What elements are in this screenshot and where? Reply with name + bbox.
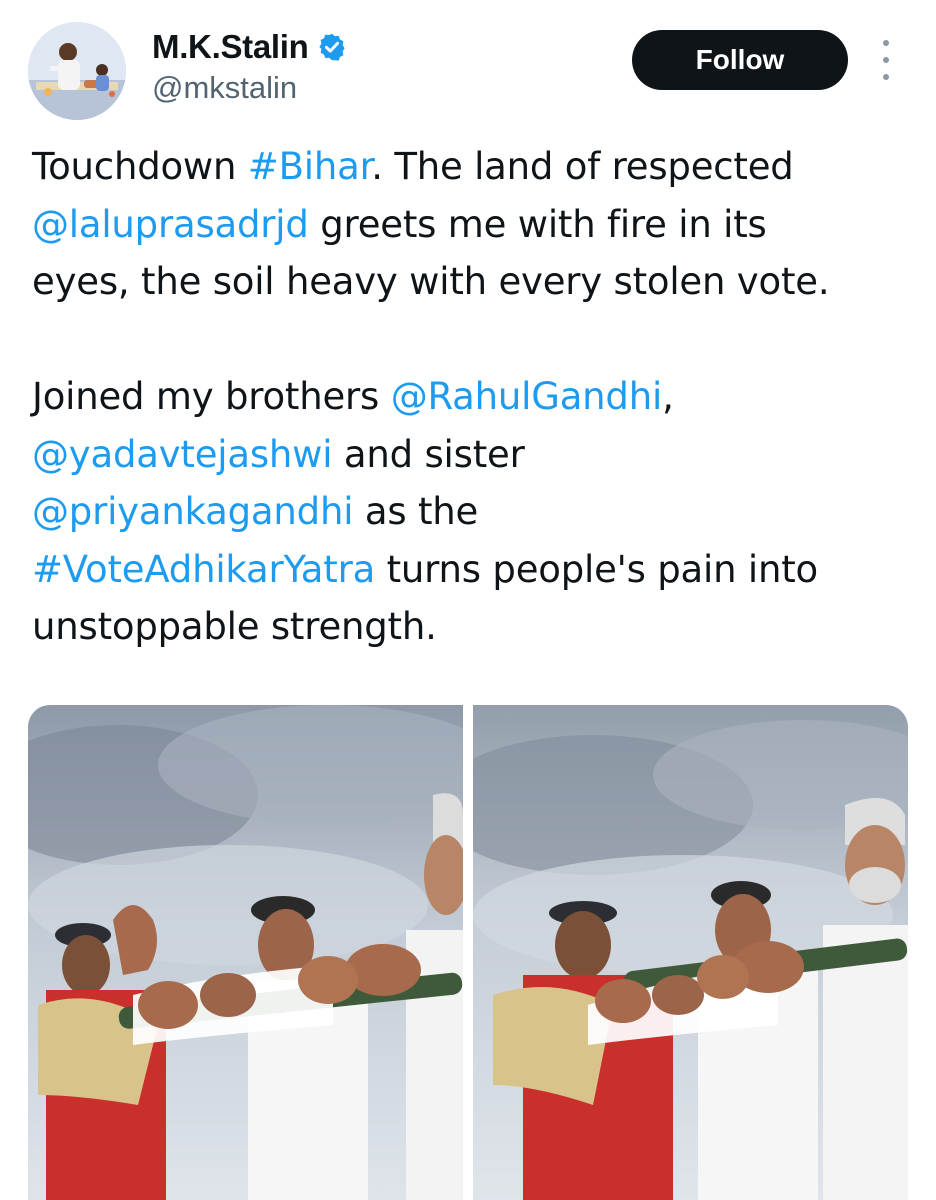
tweet-text-segment: as the [353,490,479,533]
avatar[interactable] [28,22,126,120]
tweet-text-line: @priyankagandhi as the [32,483,912,541]
tweet-text-line: Joined my brothers @RahulGandhi, [32,368,912,426]
tweet-text: Touchdown #Bihar. The land of respected @… [32,138,912,656]
hashtag-link[interactable]: #Bihar [248,145,372,188]
tweet-text-line: unstoppable strength. [32,598,912,656]
tweet-text-line: eyes, the soil heavy with every stolen v… [32,253,912,311]
tweet-text-segment: Touchdown [32,145,248,188]
hashtag-link[interactable]: #VoteAdhikarYatra [32,548,375,591]
tweet-text-segment: greets me with fire in its [308,202,767,246]
display-name[interactable]: M.K.Stalin [152,28,309,66]
tweet-card: M.K.Stalin @mkstalin Follow Touchdown #B… [0,0,936,1200]
tweet-text-segment: . The land of respected [371,145,794,188]
mention-link[interactable]: @laluprasadrjd [32,203,309,246]
mention-link[interactable]: @yadavtejashwi [32,433,333,476]
avatar-image [28,22,126,120]
mention-link[interactable]: @RahulGandhi [391,375,663,418]
author-info[interactable]: M.K.Stalin @mkstalin [152,28,347,106]
verified-badge-icon [317,32,347,62]
mention-link[interactable]: @priyankagandhi [32,490,353,533]
photo-left[interactable] [28,705,463,1200]
tweet-text-segment: unstoppable strength. [32,605,437,648]
tweet-text-line: Touchdown #Bihar. The land of respected [32,138,912,196]
paragraph-break [32,311,912,369]
tweet-text-segment: and sister [332,432,525,476]
user-handle[interactable]: @mkstalin [152,70,347,106]
tweet-text-segment: , [662,375,674,418]
name-row: M.K.Stalin [152,28,347,66]
tweet-text-line: #VoteAdhikarYatra turns people's pain in… [32,541,912,599]
tweet-text-line: @yadavtejashwi and sister [32,426,912,484]
follow-button[interactable]: Follow [632,30,848,90]
photo-right[interactable] [473,705,908,1200]
tweet-header: M.K.Stalin @mkstalin Follow [28,22,908,120]
tweet-text-segment: Joined my brothers [32,375,391,418]
tweet-text-segment: turns people's pain into [375,547,819,591]
more-vertical-icon[interactable] [874,40,898,80]
tweet-text-segment: eyes, the soil heavy with every stolen v… [32,260,830,303]
media-grid [28,705,908,1200]
tweet-text-line: @laluprasadrjd greets me with fire in it… [32,196,912,254]
